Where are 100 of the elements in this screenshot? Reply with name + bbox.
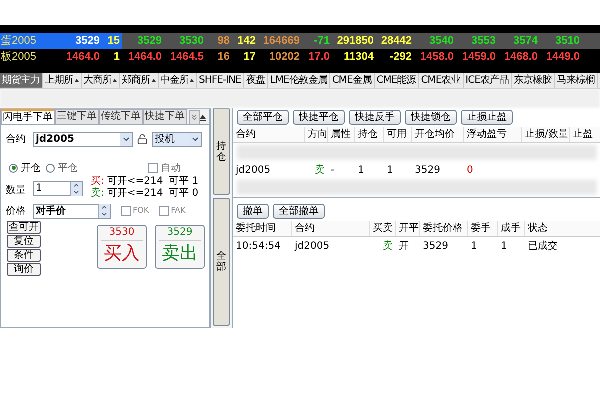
table-cell-text: 1 [386, 164, 394, 178]
trade-button[interactable]: 3529 卖出 [155, 225, 205, 269]
flag-label: FAK [171, 205, 186, 217]
spinner-arrows-icon[interactable] [98, 204, 110, 218]
exchange-tab[interactable]: 东京橡胶 [512, 73, 555, 88]
quote-value: 1464.0 [66, 50, 100, 64]
exchange-tab[interactable]: 中金所 [158, 73, 197, 88]
table-cell-text: jd2005 [294, 240, 331, 254]
toolbar-button[interactable]: 全部平仓 [237, 110, 289, 125]
price-field[interactable]: 对手价 [33, 204, 111, 218]
toolbar-button[interactable]: 全部撤单 [273, 204, 325, 219]
quote-value: 16 [218, 50, 230, 64]
quote-value: -292 [390, 50, 412, 64]
quote-value: 3574 [514, 34, 538, 48]
quote-value: 1464.0 [128, 50, 162, 64]
column-header: 合约 [292, 221, 370, 236]
offset-radio[interactable]: 开仓 [9, 160, 41, 176]
exchange-tab[interactable]: LME伦敦金属 [268, 73, 330, 88]
table-cell-text: 已成交 [527, 240, 559, 254]
quantity-field[interactable]: 1 [33, 181, 83, 196]
column-header: 属性 [328, 127, 355, 142]
exchange-tab[interactable]: 郑商所 [120, 73, 158, 88]
toolbar-button[interactable]: 快捷锁仓 [405, 110, 457, 125]
side-tab[interactable]: 全部 [213, 198, 230, 326]
flag-label: FOK [133, 205, 150, 217]
column-header: 委托时间 [233, 221, 292, 236]
exchange-tab[interactable]: SHFE-INE [197, 73, 244, 88]
checkbox[interactable] [148, 163, 158, 173]
hedge-type-dropdown[interactable]: 投机 [152, 132, 202, 146]
quote-value: 1464.5 [170, 50, 204, 64]
auto-label: 自动 [161, 162, 181, 176]
side-button[interactable]: 询价 [7, 263, 41, 276]
column-header: 方向 [305, 127, 328, 142]
toolbar-button[interactable]: 快捷平仓 [293, 110, 345, 125]
closable-value: 1 [192, 176, 199, 188]
order-tab[interactable]: 闪电手下单 [1, 109, 55, 124]
exchange-tab[interactable]: ICE农产品 [464, 73, 512, 88]
column-header: 持仓 [355, 127, 384, 142]
quote-value: 3510 [556, 34, 580, 48]
quote-value: 142 [238, 34, 256, 48]
exchange-tab[interactable]: 马来棕榈 [554, 73, 598, 88]
order-tab[interactable]: 传统下单 [99, 109, 143, 124]
quote-value: 1459.0 [462, 50, 496, 64]
column-header: 买卖 [370, 221, 396, 236]
closable-label: 可平 [169, 176, 190, 188]
quote-value: 10202 [269, 50, 300, 64]
quote-value: 1449.0 [546, 50, 580, 64]
contract-dropdown[interactable]: jd2005 [33, 132, 133, 146]
quote-value: 3529 [76, 34, 100, 48]
quote-value: 98 [218, 34, 230, 48]
side-tab[interactable]: 持仓 [213, 108, 230, 195]
column-header: 止盈 [570, 127, 600, 142]
toolbar-button[interactable]: 撤单 [237, 204, 269, 219]
toolbar-button[interactable]: 止损止盈 [461, 110, 513, 125]
toolbar-button[interactable]: 快捷反手 [349, 110, 401, 125]
exchange-tab[interactable]: 大商所 [82, 73, 120, 88]
quote-value: 3540 [430, 34, 454, 48]
quote-value: -71 [314, 34, 330, 48]
exchange-tab[interactable]: 上期所 [43, 73, 82, 88]
exchange-tab[interactable]: 夜盘 [244, 73, 268, 88]
exchange-tab[interactable]: 期货主力 [0, 73, 43, 88]
closable-label: 可平 [169, 188, 190, 200]
quote-value: 17 [244, 50, 256, 64]
column-header: 委手 [468, 221, 498, 236]
column-header: 状态 [525, 221, 600, 236]
side-label: 卖: [91, 188, 104, 200]
quote-value: 1468.0 [504, 50, 538, 64]
quote-value: 17.0 [308, 50, 330, 64]
quote-name: 蛋2005 [0, 33, 40, 49]
offset-radio[interactable]: 平仓 [46, 160, 78, 176]
column-header: 委托价格 [420, 221, 468, 236]
side-button[interactable]: 复位 [7, 235, 41, 248]
quote-value: 3529 [138, 34, 162, 48]
quote-value: 3530 [180, 34, 204, 48]
table-cell-text: 3529 [414, 164, 442, 178]
quote-row[interactable]: 蛋2005 3529 15 3529 3530 98 142 164669 -71 291850 28442 3540 3553 3574 3510 [0, 33, 600, 49]
side-button[interactable]: 条件 [7, 249, 41, 262]
eject-icon[interactable] [200, 115, 206, 121]
contract-label: 合约 [6, 132, 27, 146]
column-header: 成手 [498, 221, 525, 236]
table-cell-text: 0 [466, 164, 474, 178]
table-cell-text: 1 [357, 164, 366, 178]
quote-value: 1458.0 [420, 50, 454, 64]
openable-text: 可开<=214 [107, 176, 164, 188]
table-cell-text: 1 [500, 240, 508, 254]
exchange-tab[interactable]: CME农业 [419, 73, 464, 88]
checkbox[interactable] [121, 206, 131, 216]
trade-button[interactable]: 3530 买入 [97, 225, 147, 269]
spinner-arrows-icon[interactable] [70, 182, 82, 196]
table-cell-text: jd2005 [234, 164, 272, 178]
unlocked-padlock-icon[interactable] [137, 134, 148, 144]
order-tab[interactable]: 快捷下单 [143, 109, 187, 124]
exchange-tab[interactable]: CME金属 [330, 73, 375, 88]
exchange-tab[interactable]: CME能源 [374, 73, 420, 88]
order-tab[interactable]: 三键下单 [55, 109, 99, 124]
openable-text: 可开<=214 [107, 188, 164, 200]
price-label: 价格 [6, 204, 27, 218]
side-button[interactable]: 查可开 [7, 221, 41, 234]
table-cell-text: - [330, 164, 336, 178]
checkbox[interactable] [159, 206, 170, 216]
